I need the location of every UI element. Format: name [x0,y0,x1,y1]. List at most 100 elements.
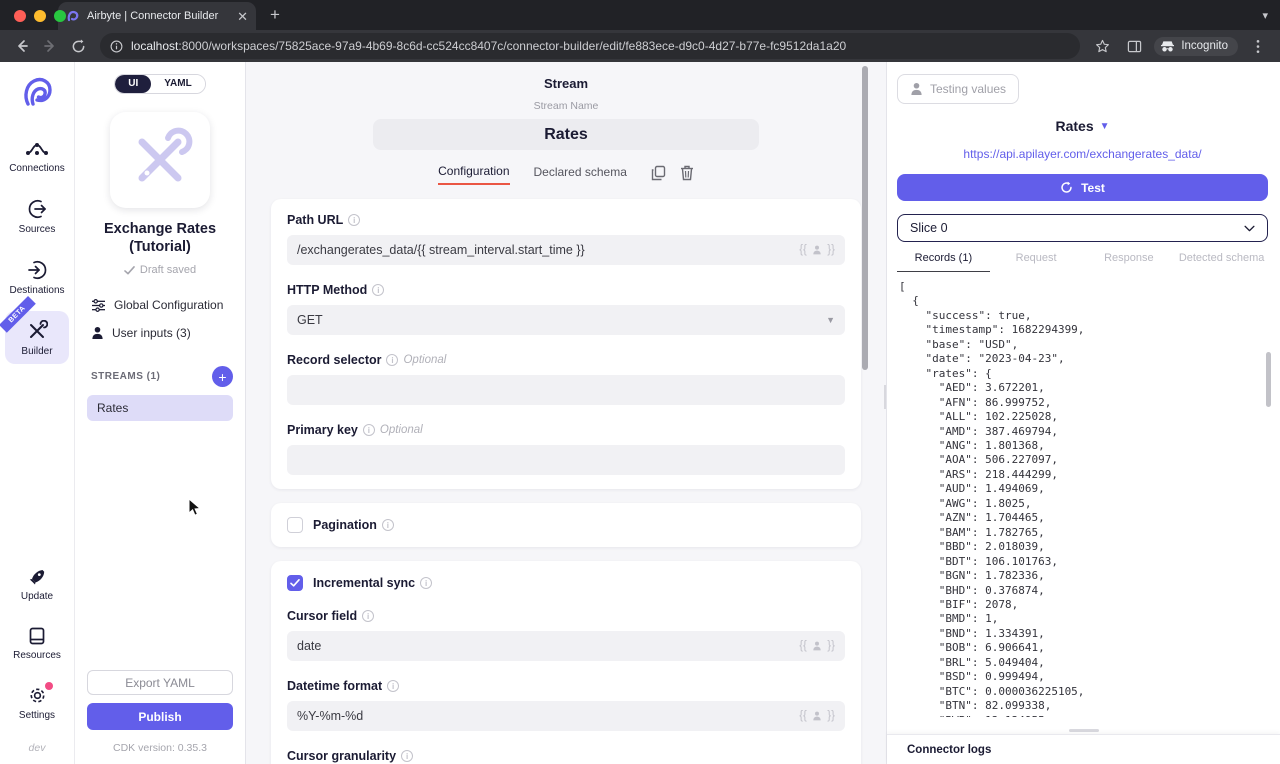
cdk-version: CDK version: 0.35.3 [113,742,207,754]
tab-request[interactable]: Request [990,252,1083,272]
info-icon[interactable]: i [401,750,414,762]
global-configuration-item[interactable]: Global Configuration [87,298,233,312]
chevron-down-icon: ▼ [1099,120,1110,132]
tab-response[interactable]: Response [1083,252,1176,272]
close-window-button[interactable] [14,10,26,22]
delete-stream-icon[interactable] [680,165,694,181]
streams-header: STREAMS (1) [91,371,161,383]
sidebar-item-sources[interactable]: Sources [5,189,69,242]
info-icon[interactable]: i [381,519,394,531]
chevron-down-icon [1244,225,1255,231]
cursor-field-input[interactable]: date {{ }} [287,631,845,661]
tab-configuration[interactable]: Configuration [438,164,510,185]
slice-selector[interactable]: Slice 0 [897,214,1268,242]
window-controls[interactable] [14,10,66,22]
sidebar-item-builder[interactable]: BETA Builder [0,296,69,364]
connector-icon-card [110,112,210,208]
interpolation-user-icon[interactable]: {{ }} [799,244,835,256]
publish-button[interactable]: Publish [87,703,233,730]
info-icon[interactable]: i [348,214,361,226]
add-stream-button[interactable]: + [212,366,233,388]
rocket-icon [29,570,45,585]
sidebar-item-destinations[interactable]: Destinations [5,250,69,303]
http-method-select[interactable]: GET ▼ [287,305,845,335]
user-inputs-item[interactable]: User inputs (3) [87,326,233,340]
api-url-link[interactable]: https://api.apilayer.com/exchangerates_d… [897,147,1268,161]
zoom-window-button[interactable] [54,10,66,22]
side-panel-icon[interactable] [1122,34,1146,58]
interpolation-user-icon[interactable]: {{ }} [799,710,835,722]
browser-menu-icon[interactable] [1246,34,1270,58]
cursor-field-label: Cursor field i [287,609,845,623]
info-icon[interactable]: i [362,610,375,622]
sources-icon [28,200,46,218]
draft-status: Draft saved [124,264,196,276]
path-url-input[interactable]: /exchangerates_data/{{ stream_interval.s… [287,235,845,265]
stream-list-item-rates[interactable]: Rates [87,395,233,422]
builder-left-panel: UI YAML Exchange Rates (Tutorial) Draft … [75,62,246,764]
browser-chrome: Airbyte | Connector Builder ✕ + ▾ localh… [0,0,1280,62]
tab-records[interactable]: Records (1) [897,252,990,272]
stream-name-input[interactable]: Rates [373,119,759,150]
sliders-icon [92,298,105,312]
records-scrollbar[interactable] [1266,352,1271,407]
mouse-cursor [188,498,201,517]
testing-panel: Testing values Rates ▼ https://api.apila… [886,62,1280,764]
settings-notification-dot [45,682,53,690]
airbyte-logo[interactable] [20,76,54,108]
info-icon[interactable]: i [387,680,400,692]
builder-tools-icon [30,320,48,338]
stream-selector-dropdown[interactable]: Rates ▼ [897,118,1268,134]
toggle-ui[interactable]: UI [115,75,152,93]
gear-icon [29,688,45,703]
back-icon[interactable] [10,34,34,58]
test-button[interactable]: Test [897,174,1268,201]
site-info-icon[interactable] [110,40,123,53]
info-icon[interactable]: i [386,354,399,366]
record-selector-input[interactable] [287,375,845,405]
main-scrollbar[interactable] [862,66,868,370]
logs-drag-handle[interactable] [1068,729,1099,732]
stream-config-area: Stream Stream Name Rates Configuration D… [246,62,886,764]
minimize-window-button[interactable] [34,10,46,22]
testing-values-button[interactable]: Testing values [897,74,1020,104]
new-tab-button[interactable]: + [270,5,280,25]
export-yaml-button[interactable]: Export YAML [87,670,233,695]
tab-close-icon[interactable]: ✕ [237,10,248,23]
info-icon[interactable]: i [372,284,385,296]
sidebar-item-update[interactable]: Update [5,558,69,609]
sidebar-item-resources[interactable]: Resources [5,617,69,668]
pagination-checkbox[interactable] [287,517,303,533]
sidebar-item-settings[interactable]: Settings [5,676,69,728]
ui-yaml-toggle[interactable]: UI YAML [114,74,206,94]
datetime-format-label: Datetime format i [287,679,845,693]
forward-icon[interactable] [38,34,62,58]
primary-key-input[interactable] [287,445,845,475]
datetime-format-input[interactable]: %Y-%m-%d {{ }} [287,701,845,731]
url-text: localhost:8000/workspaces/75825ace-97a9-… [131,39,847,53]
bookmark-star-icon[interactable] [1090,34,1114,58]
incremental-sync-checkbox[interactable] [287,575,303,591]
person-icon [92,327,103,340]
primary-key-label: Primary key i Optional [287,423,423,437]
copy-stream-icon[interactable] [651,165,666,181]
path-url-label: Path URL i [287,213,845,227]
env-label: dev [28,742,46,754]
info-icon[interactable]: i [420,577,433,589]
info-icon[interactable]: i [362,424,375,436]
connector-logs-bar[interactable]: Connector logs [887,734,1280,764]
sidebar-item-connections[interactable]: Connections [5,130,69,181]
cursor-granularity-label: Cursor granularity i [287,749,845,763]
tab-declared-schema[interactable]: Declared schema [534,165,627,184]
tab-search-chevron-icon[interactable]: ▾ [1262,9,1268,22]
airbyte-favicon [67,10,79,22]
records-json-output: [ { "success": true, "timestamp": 168229… [899,280,1085,717]
interpolation-user-icon[interactable]: {{ }} [799,640,835,652]
browser-tab[interactable]: Airbyte | Connector Builder ✕ [58,2,256,30]
toggle-yaml[interactable]: YAML [151,75,205,93]
tab-detected-schema[interactable]: Detected schema [1175,252,1268,272]
record-selector-label: Record selector i Optional [287,353,447,367]
url-bar[interactable]: localhost:8000/workspaces/75825ace-97a9-… [100,33,1081,59]
reload-icon[interactable] [66,34,90,58]
stream-section-title: Stream [543,76,589,91]
